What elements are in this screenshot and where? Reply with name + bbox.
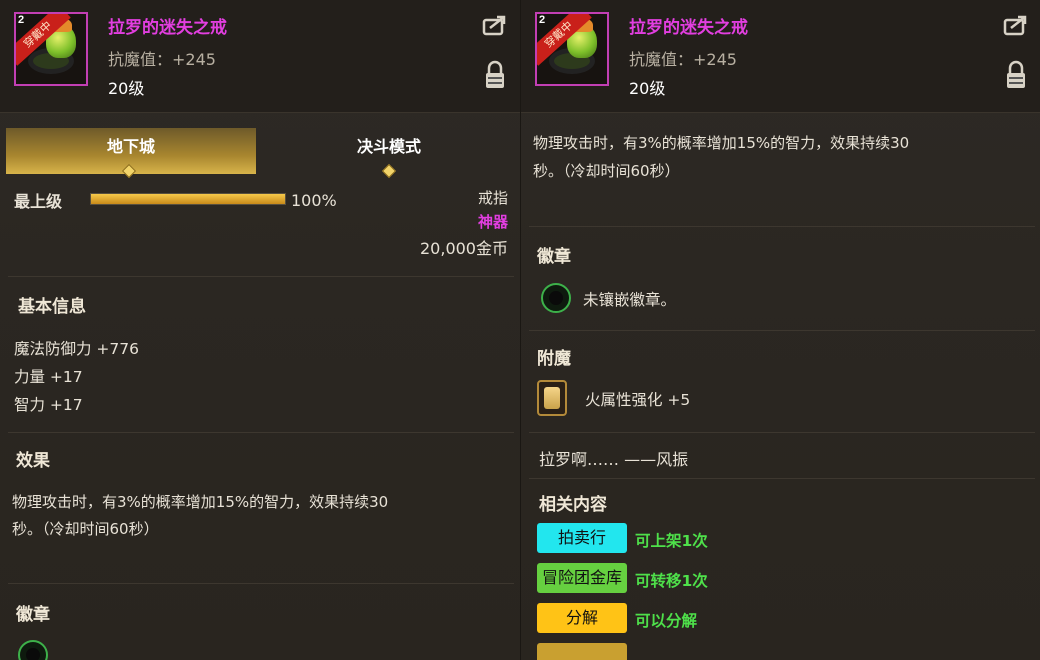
- disassemble-button[interactable]: 分解: [537, 603, 627, 633]
- item-slot: 戒指: [477, 189, 508, 207]
- lock-icon[interactable]: [484, 60, 506, 90]
- item-rarity: 神器: [477, 213, 508, 231]
- tab-pvp-label: 决斗模式: [356, 137, 421, 156]
- related-title: 相关内容: [539, 495, 607, 515]
- tab-pvp[interactable]: 决斗模式: [264, 128, 514, 179]
- more-related-button[interactable]: [537, 643, 627, 660]
- tab-indicator: [381, 163, 397, 179]
- lock-icon[interactable]: [1005, 60, 1027, 90]
- emblem-title: 徽章: [16, 605, 50, 625]
- item-ring-icon: 穿戴中 2: [14, 12, 88, 86]
- emblem-slot-icon: [541, 283, 571, 313]
- tab-indicator-active: [121, 163, 137, 179]
- effect-text-line2: 秒。（冷却时间60秒）: [533, 162, 680, 180]
- item-level: 20级: [108, 79, 145, 98]
- emblem-slot-icon: [18, 640, 48, 660]
- enchant-text: 火属性强化 +5: [585, 391, 691, 409]
- item-name: 拉罗的迷失之戒: [629, 18, 748, 38]
- item-main-stat: 抗魔值：+245: [108, 50, 216, 69]
- tab-dungeon[interactable]: 地下城: [6, 128, 256, 179]
- item-price: 20,000金币: [420, 239, 508, 258]
- stat-line: 智力 +17: [14, 396, 83, 414]
- stat-line: 力量 +17: [14, 368, 83, 386]
- adventure-vault-button[interactable]: 冒险团金库: [537, 563, 627, 593]
- item-badge-level: 2: [539, 14, 546, 26]
- upgrade-progress-fill: [91, 194, 285, 204]
- mode-tabs: 地下城 决斗模式: [6, 128, 514, 179]
- effect-text-line2: 秒。（冷却时间60秒）: [12, 520, 159, 538]
- disassemble-note: 可以分解: [635, 612, 698, 630]
- emblem-title: 徽章: [537, 247, 571, 267]
- item-level: 20级: [629, 79, 666, 98]
- upgrade-progress-bar: [90, 193, 286, 205]
- emblem-empty-text: 未镶嵌徽章。: [583, 291, 677, 309]
- effect-text-line1: 物理攻击时，有3%的概率增加15%的智力，效果持续30: [533, 134, 910, 152]
- auction-house-note: 可上架1次: [635, 532, 708, 550]
- item-header: 穿戴中 2 拉罗的迷失之戒 抗魔值：+245 20级: [0, 0, 520, 113]
- item-main-stat: 抗魔值：+245: [629, 50, 737, 69]
- share-icon[interactable]: [1003, 14, 1029, 36]
- basic-info-title: 基本信息: [18, 297, 86, 317]
- upgrade-label: 最上级: [14, 192, 63, 211]
- upgrade-percent: 100%: [291, 191, 337, 210]
- item-header: 穿戴中 2 拉罗的迷失之戒 抗魔值：+245 20级: [521, 0, 1040, 113]
- item-badge-level: 2: [18, 14, 25, 26]
- item-tooltip-left: 穿戴中 2 拉罗的迷失之戒 抗魔值：+245 20级 地下城 决斗模式 最上级 …: [0, 0, 520, 660]
- auction-house-button[interactable]: 拍卖行: [537, 523, 627, 553]
- item-tooltip-right: 穿戴中 2 拉罗的迷失之戒 抗魔值：+245 20级 物理攻击时，有3%的概率增…: [520, 0, 1040, 660]
- effect-title: 效果: [16, 451, 50, 471]
- enchant-title: 附魔: [537, 349, 571, 369]
- stat-line: 魔法防御力 +776: [14, 340, 139, 358]
- item-name: 拉罗的迷失之戒: [108, 18, 227, 38]
- adventure-vault-note: 可转移1次: [635, 572, 708, 590]
- enchant-card-icon: [537, 380, 567, 416]
- flavor-text: 拉罗啊…… ——风振: [539, 450, 689, 469]
- tab-dungeon-label: 地下城: [106, 137, 155, 156]
- item-ring-icon: 穿戴中 2: [535, 12, 609, 86]
- share-icon[interactable]: [482, 14, 508, 36]
- effect-text-line1: 物理攻击时，有3%的概率增加15%的智力，效果持续30: [12, 493, 389, 511]
